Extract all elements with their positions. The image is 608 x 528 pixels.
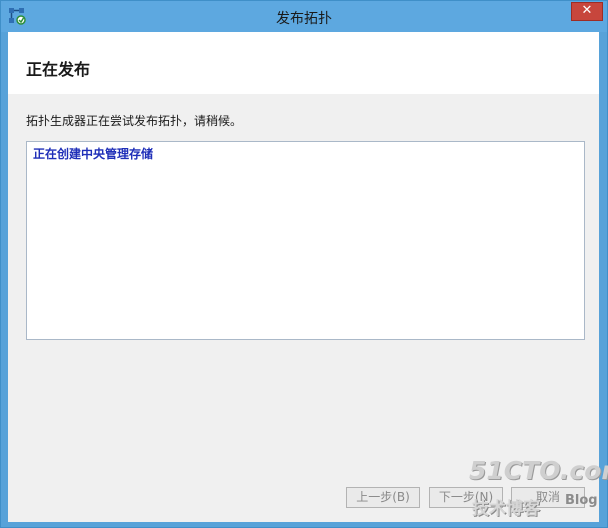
page-title: 正在发布 <box>26 60 91 79</box>
cancel-button[interactable]: 取消 <box>511 487 585 508</box>
dialog-window: 发布拓扑 ✕ 正在发布 拓扑生成器正在尝试发布拓扑，请稍候。 正在创建中央管理存… <box>0 0 608 528</box>
progress-log[interactable]: 正在创建中央管理存储 <box>26 141 585 340</box>
window-title: 发布拓扑 <box>276 11 332 27</box>
log-line: 正在创建中央管理存储 <box>33 147 154 161</box>
header-band: 正在发布 <box>8 32 599 94</box>
close-icon: ✕ <box>581 3 593 18</box>
close-button[interactable]: ✕ <box>571 2 603 21</box>
status-description: 拓扑生成器正在尝试发布拓扑，请稍候。 <box>26 114 243 128</box>
title-bar[interactable]: 发布拓扑 ✕ <box>1 1 607 32</box>
previous-button[interactable]: 上一步(B) <box>346 487 420 508</box>
next-button[interactable]: 下一步(N) <box>429 487 503 508</box>
dialog-content: 正在发布 拓扑生成器正在尝试发布拓扑，请稍候。 正在创建中央管理存储 上一步(B… <box>8 32 599 522</box>
